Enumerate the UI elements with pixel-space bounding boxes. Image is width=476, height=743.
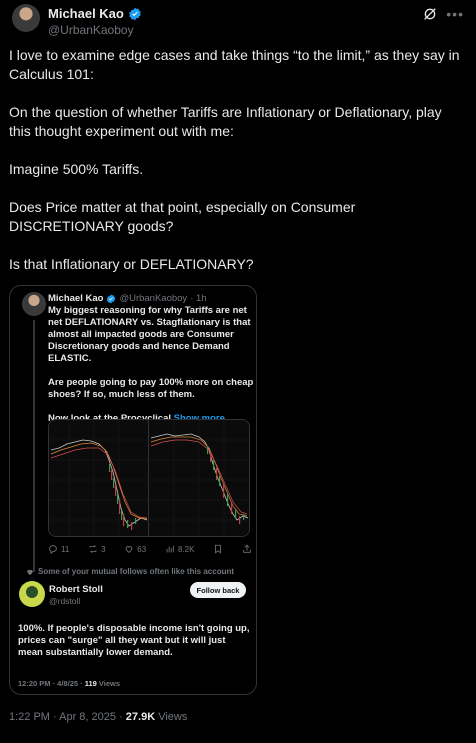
reply-views-label: Views [96,679,121,688]
reply-views-count: 119 [84,679,97,688]
grok-icon[interactable] [422,6,438,22]
quoted-author-meta: Michael Kao @UrbanKaoboy · 1h [48,293,207,304]
quoted-paragraph: Are people going to pay 100% more on che… [48,377,254,400]
reply-time-text: 12:20 PM · 4/8/25 · [18,679,85,688]
views-action[interactable]: 8.2K [165,544,194,554]
author-handle[interactable]: @UrbanKaoboy [48,23,134,37]
chart-graphic-right [149,420,249,536]
embedded-chart-image[interactable] [48,419,250,537]
views-count: 8.2K [177,544,195,554]
tweet-paragraph: Is that Inflationary or DEFLATIONARY? [9,256,254,272]
quoted-tweet-card[interactable]: Michael Kao @UrbanKaoboy · 1h My biggest… [9,285,257,695]
quoted-paragraph: My biggest reasoning for why Tariffs are… [48,305,251,364]
thread-line [33,320,35,572]
reply-author-name[interactable]: Robert Stoll [49,584,103,595]
quoted-author-handle[interactable]: @UrbanKaoboy [119,293,187,304]
verified-badge-icon [107,293,116,304]
views-count-main: 27.9K [125,711,156,723]
tweet-paragraph: Does Price matter at that point, especia… [9,199,356,234]
reply-timestamp: 12:20 PM · 4/8/25 · 119 Views [18,679,120,688]
timestamp-text[interactable]: 1:22 PM · Apr 8, 2025 · [9,711,126,723]
share-icon [243,544,251,553]
tweet-paragraph: Imagine 500% Tariffs. [9,161,144,177]
views-label: Views [155,711,188,723]
reply-icon [49,545,57,554]
tweet-paragraph: On the question of whether Tariffs are I… [9,104,442,139]
share-action[interactable] [242,544,252,554]
tweet-header: Michael Kao @UrbanKaoboy ••• [12,4,464,44]
reply-text: 100%. If people's disposable income isn'… [18,623,250,658]
quoted-author-name[interactable]: Michael Kao [48,293,103,304]
quoted-tweet-text: My biggest reasoning for why Tariffs are… [48,305,256,437]
author-name-row: Michael Kao [48,6,142,21]
author-name[interactable]: Michael Kao [48,6,124,21]
views-icon [166,545,174,553]
chart-graphic-left [49,420,150,536]
repost-action[interactable]: 3 [88,544,106,554]
repost-icon [89,544,97,554]
like-icon [125,546,133,553]
reply-author-handle[interactable]: @rdstoll [49,596,80,606]
chart-image-left [49,420,150,536]
quoted-action-bar: 11 3 63 8.2K [48,542,252,556]
bookmark-icon [215,544,222,554]
quoted-author-avatar[interactable] [22,292,46,316]
mutual-follows-text: Some of your mutual follows often like t… [38,567,235,576]
mutual-follows-note: Some of your mutual follows often like t… [26,567,234,576]
tweet-timestamp: 1:22 PM · Apr 8, 2025 · 27.9K Views [9,711,187,723]
chart-image-right [149,420,249,536]
follow-back-button[interactable]: Follow back [190,582,246,598]
repost-count: 3 [101,544,106,554]
more-icon[interactable]: ••• [446,6,464,22]
like-action[interactable]: 63 [124,544,146,554]
like-count: 63 [137,544,147,554]
heart-small-icon [27,569,33,575]
bookmark-action[interactable] [213,544,223,554]
tweet-paragraph: I love to examine edge cases and take th… [9,47,460,82]
tweet-text: I love to examine edge cases and take th… [9,46,467,293]
verified-badge-icon [129,7,141,20]
reply-count: 11 [61,544,70,554]
author-avatar[interactable] [12,4,40,32]
reply-action[interactable]: 11 [48,544,69,554]
reply-author-avatar[interactable] [19,581,45,607]
quoted-age: · 1h [190,293,207,304]
